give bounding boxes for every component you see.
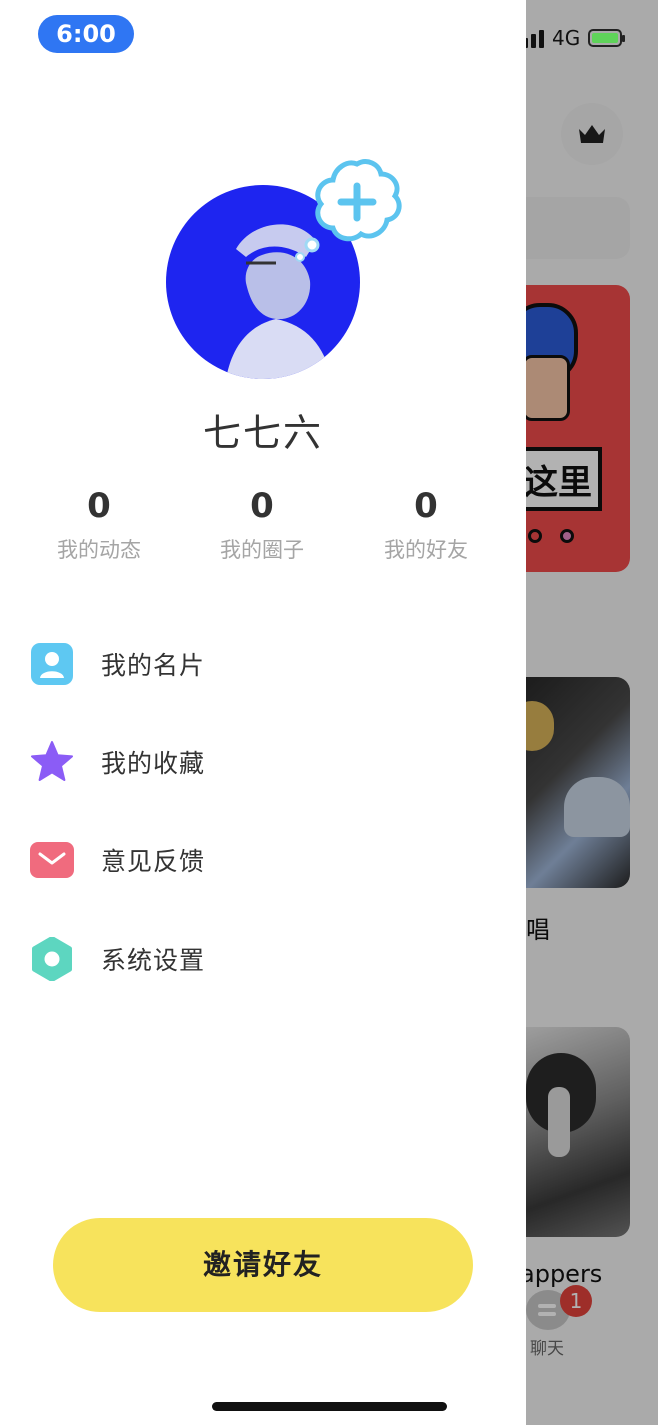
home-indicator[interactable] [212,1402,447,1411]
menu-item-settings[interactable]: 系统设置 [30,929,470,989]
invite-friends-button[interactable]: 邀请好友 [53,1218,473,1312]
stat-circles[interactable]: 0 我的圈子 [182,484,342,564]
stat-count: 0 [87,486,111,526]
menu-item-label: 系统设置 [101,946,206,975]
menu-item-label: 我的收藏 [101,749,206,778]
menu-item-business-card[interactable]: 我的名片 [30,634,470,694]
stat-count: 0 [414,486,438,526]
menu-item-label: 我的名片 [101,651,206,680]
stat-label: 我的圈子 [220,538,304,562]
network-label: 4G [552,26,581,50]
stat-label: 我的好友 [384,538,468,562]
battery-icon [588,29,626,47]
status-bar-right: 4G [515,26,626,50]
contact-card-icon [30,642,74,686]
add-photo-icon[interactable] [311,158,403,246]
stat-posts[interactable]: 0 我的动态 [19,484,179,564]
gear-icon [30,937,74,981]
profile-name: 七七六 [202,411,323,455]
star-icon [30,740,74,784]
stat-friends[interactable]: 0 我的好友 [346,484,506,564]
menu-item-feedback[interactable]: 意见反馈 [30,830,470,890]
menu-item-label: 意见反馈 [101,847,206,876]
stat-count: 0 [250,486,274,526]
side-drawer: 6:00 七七六 0 我的动态 0 我的圈子 0 我的好友 我的名片 我的收藏 … [0,0,526,1425]
menu-item-favorites[interactable]: 我的收藏 [30,732,470,792]
stat-label: 我的动态 [57,538,141,562]
mail-icon [30,838,74,882]
status-time: 6:00 [38,15,134,53]
